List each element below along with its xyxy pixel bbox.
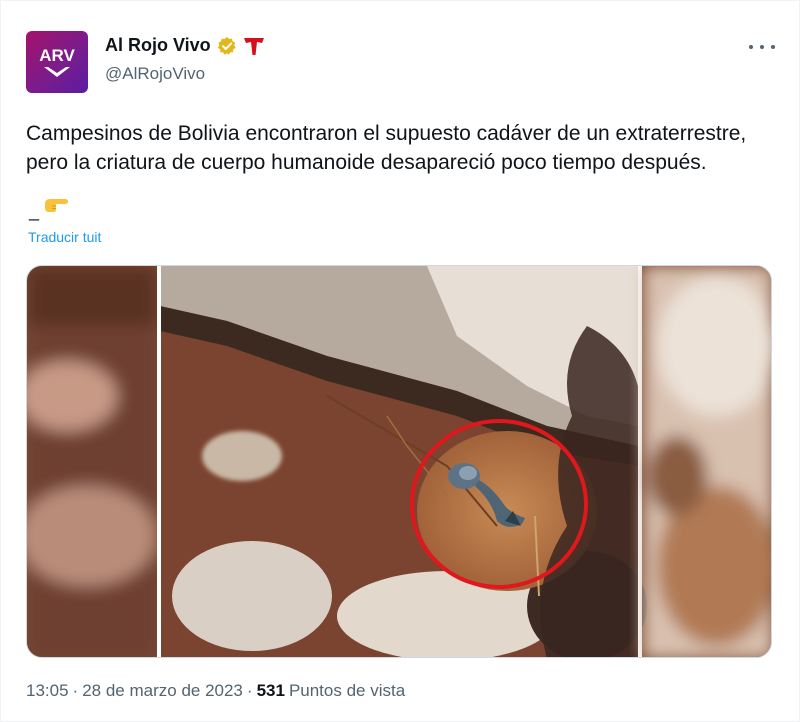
- pointing-hand-emoji: [45, 199, 69, 212]
- more-options-icon[interactable]: [749, 37, 775, 57]
- meta-separator-2: ·: [246, 681, 253, 700]
- tweet-body: Campesinos de Bolivia encontraron el sup…: [26, 122, 747, 174]
- avatar[interactable]: ARV: [26, 31, 88, 93]
- views-count: 531: [256, 681, 285, 700]
- tweet-meta: 13:05 · 28 de marzo de 2023 · 531 Puntos…: [26, 681, 405, 701]
- pointing-hand-icon: [41, 195, 71, 220]
- avatar-logo-text: ARV: [39, 46, 75, 65]
- emoji-line: _: [29, 195, 71, 220]
- meta-separator: ·: [72, 681, 79, 700]
- tweet-media-image[interactable]: [26, 265, 772, 658]
- verified-badge-icon[interactable]: [217, 36, 237, 56]
- media-photo: [27, 266, 771, 657]
- center-photo: [160, 266, 647, 657]
- arv-logo-icon: ARV: [39, 46, 75, 77]
- tweet-text: Campesinos de Bolivia encontraron el sup…: [26, 119, 766, 177]
- tweet-time[interactable]: 13:05: [26, 681, 69, 701]
- translate-tweet-link[interactable]: Traducir tuit: [28, 229, 101, 245]
- emoji-prefix: _: [29, 201, 40, 221]
- display-name[interactable]: Al Rojo Vivo: [105, 35, 211, 56]
- name-row: Al Rojo Vivo: [105, 35, 265, 56]
- telemundo-t-icon[interactable]: [243, 36, 265, 56]
- tweet-date[interactable]: 28 de marzo de 2023: [82, 681, 243, 701]
- views-label: Puntos de vista: [288, 681, 406, 700]
- account-handle[interactable]: @AlRojoVivo: [105, 64, 205, 84]
- tweet-card: ARV Al Rojo Vivo @AlRojoVivo Campesinos …: [0, 0, 800, 722]
